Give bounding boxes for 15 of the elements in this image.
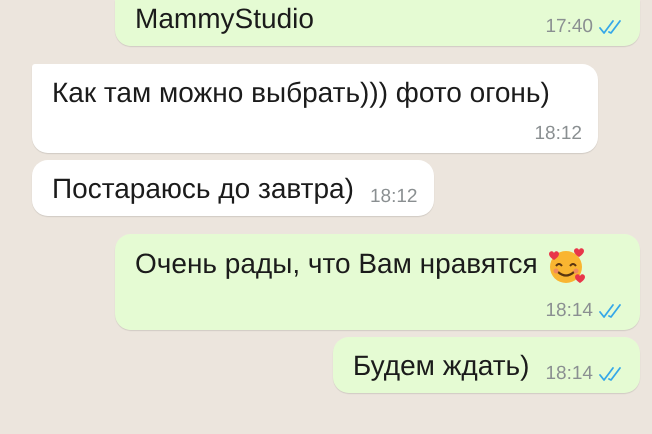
message-bubble[interactable]: Очень рады, что Вам нравятся 18:14 <box>115 234 640 330</box>
message-time: 18:12 <box>370 186 418 208</box>
message-time: 18:14 <box>545 363 593 385</box>
message-text: Постараюсь до завтра) <box>52 173 354 204</box>
message-text: Будем ждать) <box>352 350 530 381</box>
message-bubble[interactable]: Постараюсь до завтра) 18:12 <box>32 160 434 216</box>
message-text: Как там можно выбрать))) фото огонь) <box>52 77 550 108</box>
message-bubble[interactable]: Как там можно выбрать))) фото огонь) 18:12 <box>32 64 598 153</box>
message-text: MammyStudio <box>135 3 314 34</box>
message-bubble[interactable]: MammyStudio 17:40 <box>115 0 640 46</box>
message-time: 18:12 <box>534 123 582 145</box>
message-time: 17:40 <box>545 16 593 38</box>
message-bubble[interactable]: Будем ждать) 18:14 <box>332 337 640 393</box>
message-text: Очень рады, что Вам нравятся <box>135 248 538 280</box>
message-time: 18:14 <box>545 300 593 322</box>
